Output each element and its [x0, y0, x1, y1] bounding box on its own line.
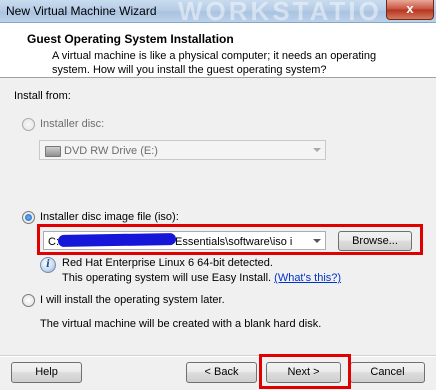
installer-disc-label: Installer disc: — [40, 118, 105, 130]
whats-this-link[interactable]: (What's this?) — [274, 272, 341, 284]
wizard-header: Guest Operating System Installation A vi… — [0, 23, 436, 78]
disc-drive-select[interactable]: DVD RW Drive (E:) — [39, 140, 326, 160]
install-later-label: I will install the operating system late… — [40, 294, 225, 306]
disc-drive-value: DVD RW Drive (E:) — [64, 145, 158, 157]
easy-install-text: This operating system will use Easy Inst… — [62, 272, 341, 284]
highlight-box — [37, 224, 423, 255]
info-icon: i — [40, 257, 56, 273]
iso-label: Installer disc image file (iso): — [40, 211, 179, 223]
cancel-button[interactable]: Cancel — [350, 362, 425, 383]
page-title: Guest Operating System Installation — [27, 32, 234, 46]
install-later-radio[interactable] — [22, 294, 35, 307]
close-button[interactable]: x — [386, 0, 434, 20]
installer-disc-radio[interactable] — [22, 118, 35, 131]
iso-radio[interactable] — [22, 211, 35, 224]
help-button[interactable]: Help — [11, 362, 82, 383]
dvd-drive-icon — [45, 146, 61, 157]
footer-divider — [0, 355, 436, 357]
chevron-down-icon — [313, 148, 321, 152]
window-title: New Virtual Machine Wizard — [6, 4, 157, 18]
install-from-label: Install from: — [14, 90, 71, 102]
highlight-box — [259, 354, 351, 389]
title-bar: WORKSTATIO New Virtual Machine Wizard x — [0, 0, 436, 26]
easy-install-message: This operating system will use Easy Inst… — [62, 272, 272, 284]
install-later-description: The virtual machine will be created with… — [40, 318, 322, 330]
back-button[interactable]: < Back — [186, 362, 257, 383]
page-description: A virtual machine is like a physical com… — [52, 50, 377, 76]
detected-os-text: Red Hat Enterprise Linux 6 64-bit detect… — [62, 257, 273, 269]
